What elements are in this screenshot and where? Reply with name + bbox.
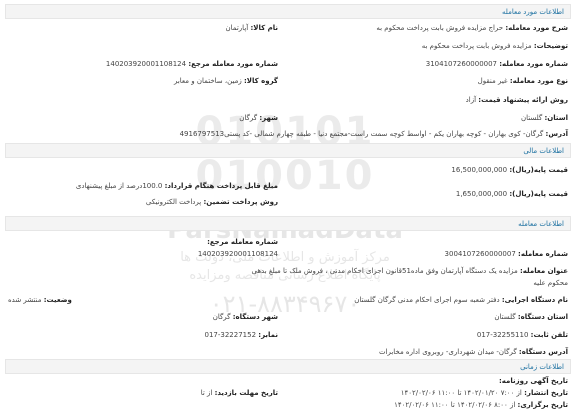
type-value: غیر منقول: [477, 77, 508, 85]
type-label: نوع مورد معامله:: [509, 77, 568, 85]
row-phone: تلفن ثابت: 32255110-017 نمابر: 32227152-…: [8, 329, 568, 341]
org-label: نام دستگاه اجرایی:: [501, 296, 568, 304]
phone-label: تلفن ثابت:: [530, 331, 568, 339]
deal-no-label: شماره معامله:: [518, 250, 568, 258]
ad-date-label: تاریخ آگهی روزنامه:: [498, 377, 568, 385]
hold-date-value: از ۸:۰۰ ۱۴۰۲/۰۲/۰۶ تا ۱۱:۰۰ ۱۴۰۲/۰۲/۰۶: [394, 401, 516, 409]
deal-ref-label: شماره معامله مرجع:: [207, 238, 278, 246]
row-deal-number: شماره مورد معامله: 3104107260000007 شمار…: [8, 58, 568, 70]
title-label: شرح مورد معامله:: [505, 24, 568, 32]
row-org-location: استان دستگاه: گلستان شهر دستگاه: گرگان: [8, 311, 568, 323]
city-label: شهر:: [259, 114, 278, 122]
base-price-label: قیمت پایه(ریال):: [509, 166, 568, 174]
fax-value: 32227152-017: [204, 331, 257, 339]
row-guarantee-method: روش پرداخت تضمین: پرداخت الکترونیکی: [8, 196, 568, 208]
ref-number-value: 140203920001108124: [105, 60, 187, 68]
status-value: منتشر شده: [8, 296, 42, 304]
row-deal-ref: شماره معامله مرجع:: [8, 236, 568, 248]
section-header-timing: اطلاعات زمانی: [5, 359, 571, 374]
row-address: آدرس: گرگان- کوی بهاران - کوچه بهاران یک…: [8, 128, 568, 140]
guarantee-method-value: پرداخت الکترونیکی: [145, 198, 202, 206]
row-description: توضیحات: مزایده فروش بابت پرداخت محکوم ب…: [8, 40, 568, 52]
deal-number-value: 3104107260000007: [425, 60, 498, 68]
row-province: استان: گلستان شهر: گرگان: [8, 112, 568, 124]
item-name-value: آپارتمان: [225, 24, 249, 32]
org-address-value: گرگان- میدان شهرداری- روبروی اداره مخابر…: [378, 348, 517, 356]
deal-number-label: شماره مورد معامله:: [499, 60, 568, 68]
section-header-deal: اطلاعات معامله: [5, 216, 571, 231]
deal-title-value: مزایده یک دستگاه آپارتمان وفق ماده51قانو…: [251, 267, 518, 275]
row-hold-date: تاریخ برگزاری: از ۸:۰۰ ۱۴۰۲/۰۲/۰۶ تا ۱۱:…: [8, 399, 568, 411]
row-type: نوع مورد معامله: غیر منقول گروه کالا: زم…: [8, 75, 568, 87]
group-value: زمین، ساختمان و معابر: [173, 77, 242, 85]
offer-method-value: آزاد: [465, 96, 477, 104]
org-city-label: شهر دستگاه:: [232, 313, 278, 321]
deal-title-label: عنوان معامله:: [520, 267, 568, 275]
visit-date-label: تاریخ مهلت بازدید:: [214, 389, 278, 397]
org-address-label: آدرس دستگاه:: [518, 348, 568, 356]
group-label: گروه کالا:: [243, 77, 278, 85]
row-deal-numbers: شماره معامله: 3004107260000007 140203920…: [8, 248, 568, 260]
section-header-deal-info: اطلاعات مورد معامله: [5, 4, 571, 19]
title-value: حراج مزایده فروش بابت پرداخت محکوم به: [376, 24, 504, 32]
visit-date-value: از تا: [200, 389, 213, 397]
ref-number-label: شماره مورد معامله مرجع:: [188, 60, 278, 68]
row-org-address: آدرس دستگاه: گرگان- میدان شهرداری- روبرو…: [8, 346, 568, 358]
row-title: شرح مورد معامله: حراج مزایده فروش بابت پ…: [8, 22, 568, 34]
org-province-value: گلستان: [494, 313, 516, 321]
org-city-value: گرگان: [212, 313, 231, 321]
publish-date-label: تاریخ انتشار:: [524, 389, 568, 397]
deal-title-value-continued: محکوم علیه: [533, 279, 568, 287]
deal-ref-value: 140203920001108124: [197, 250, 278, 258]
description-value: مزایده فروش بابت پرداخت محکوم به: [421, 42, 532, 50]
address-label: آدرس:: [545, 130, 568, 138]
base-price-value: 16,500,000,000: [451, 166, 508, 174]
offer-method-label: روش ارائه پیشنهاد قیمت:: [478, 96, 568, 104]
status-label: وضعیت:: [43, 296, 72, 304]
publish-date-value: از ۷:۰۰ ۱۴۰۲/۰۱/۲۰ تا ۱۱:۰۰ ۱۴۰۲/۰۲/۰۶: [400, 389, 522, 397]
phone-value: 32255110-017: [476, 331, 529, 339]
row-offer-method: روش ارائه پیشنهاد قیمت: آزاد: [8, 94, 568, 106]
province-value: گلستان: [520, 114, 543, 122]
row-org: نام دستگاه اجرایی: دفتر شعبه سوم اجرای ا…: [8, 294, 568, 306]
row-publish-date: تاریخ انتشار: از ۷:۰۰ ۱۴۰۲/۰۱/۲۰ تا ۱۱:۰…: [8, 387, 568, 399]
fax-label: نمابر:: [258, 331, 278, 339]
guarantee-method-label: روش پرداخت تضمین:: [203, 198, 278, 206]
address-value: گرگان- کوی بهاران - کوچه بهاران یکم - او…: [179, 130, 544, 138]
hold-date-label: تاریخ برگزاری:: [517, 401, 568, 409]
row-deal-title: عنوان معامله: مزایده یک دستگاه آپارتمان …: [8, 265, 568, 277]
province-label: استان:: [544, 114, 568, 122]
row-base-price: قیمت پایه(ریال): 16,500,000,000: [8, 164, 568, 176]
section-header-financial: اطلاعات مالی: [5, 143, 571, 158]
row-deal-title-cont: محکوم علیه: [8, 277, 568, 289]
item-name-label: نام کالا:: [250, 24, 278, 32]
deal-no-value: 3004107260000007: [444, 250, 516, 258]
org-province-label: استان دستگاه:: [517, 313, 568, 321]
description-label: توضیحات:: [533, 42, 568, 50]
org-value: دفتر شعبه سوم اجرای احکام مدنی گرگان گلس…: [354, 296, 500, 304]
city-value: گرگان: [239, 114, 258, 122]
row-ad-date: تاریخ آگهی روزنامه:: [8, 375, 568, 387]
